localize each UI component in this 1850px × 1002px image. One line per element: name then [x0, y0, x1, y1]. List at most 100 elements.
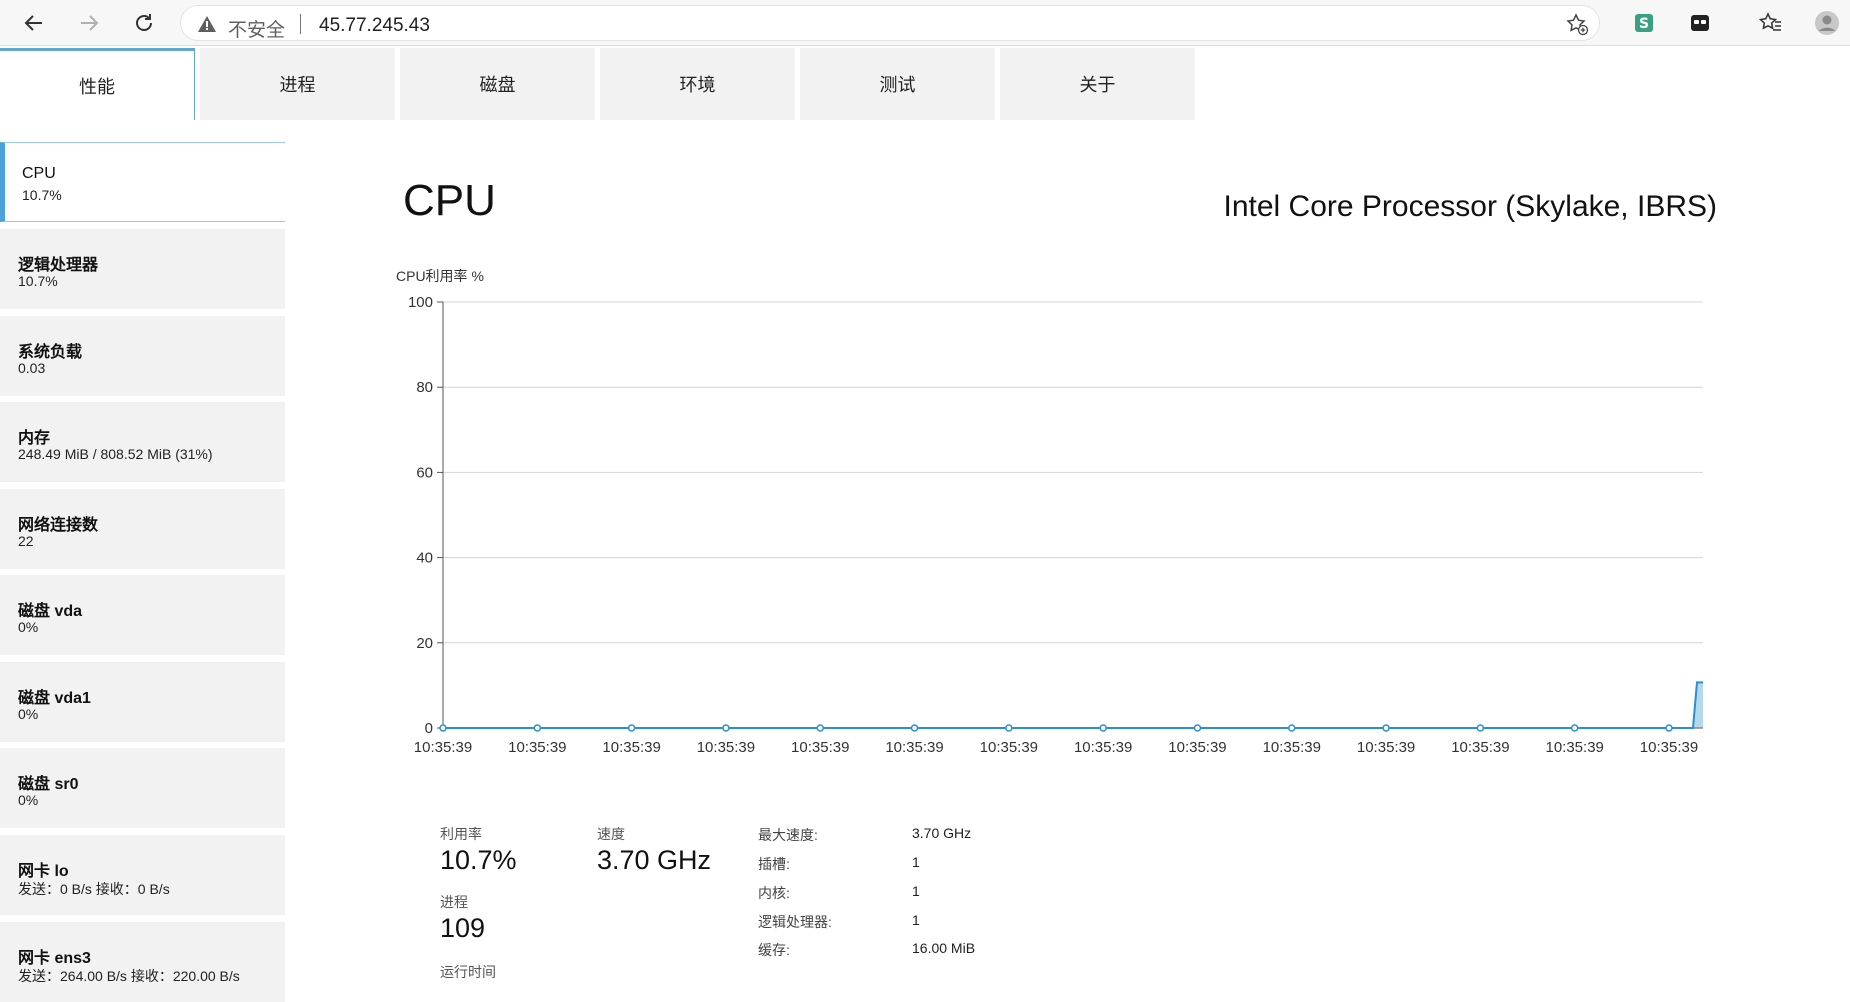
extension-mask-icon[interactable] [1684, 7, 1716, 39]
cpu-usage-line [443, 682, 1703, 728]
sidebar-item-logical-processor[interactable]: 逻辑处理器 10.7% [0, 229, 285, 309]
data-point [817, 725, 823, 731]
sidebar-item-title: CPU [22, 165, 56, 183]
x-tick-label: 10:35:39 [1168, 739, 1226, 756]
y-tick-label: 100 [408, 294, 433, 311]
data-point [723, 725, 729, 731]
sidebar-item-nic-ens3[interactable]: 网卡 ens3 发送：264.00 B/s 接收：220.00 B/s [0, 922, 285, 1002]
sidebar-item-title: 内存 [18, 424, 50, 448]
sidebar-item-title: 逻辑处理器 [18, 251, 98, 275]
warning-icon[interactable] [197, 15, 217, 38]
x-tick-label: 10:35:39 [980, 739, 1038, 756]
cpu-usage-chart: 02040608010010:35:3910:35:3910:35:3910:3… [395, 262, 1715, 762]
data-point [1383, 725, 1389, 731]
y-tick-label: 60 [416, 464, 433, 481]
logical-processors-key: 逻辑处理器: [758, 912, 832, 932]
sidebar-item-value: 22 [18, 533, 34, 549]
profile-avatar-icon[interactable] [1811, 7, 1843, 39]
sidebar-item-title: 网卡 lo [18, 857, 69, 881]
max-speed-key: 最大速度: [758, 825, 818, 845]
browser-toolbar: 不安全 45.77.245.43 S [0, 0, 1850, 46]
x-tick-label: 10:35:39 [1640, 739, 1698, 756]
x-tick-label: 10:35:39 [1545, 739, 1603, 756]
sidebar-item-title: 磁盘 vda [18, 597, 82, 621]
page-title: CPU [403, 176, 496, 226]
tab-test[interactable]: 测试 [800, 48, 995, 120]
data-point [1006, 725, 1012, 731]
sidebar-item-value: 发送：0 B/s 接收：0 B/s [18, 879, 170, 899]
favorites-icon[interactable] [1755, 7, 1787, 39]
speed-value: 3.70 GHz [597, 845, 711, 876]
data-point [1289, 725, 1295, 731]
sidebar-item-system-load[interactable]: 系统负载 0.03 [0, 316, 285, 396]
cpu-usage-area [443, 682, 1703, 728]
sidebar-item-value: 10.7% [22, 187, 62, 203]
forward-icon[interactable] [73, 7, 105, 39]
address-separator [300, 14, 301, 34]
reload-icon[interactable] [128, 7, 160, 39]
tab-about[interactable]: 关于 [1000, 48, 1195, 120]
x-tick-label: 10:35:39 [885, 739, 943, 756]
sidebar-item-disk-vda[interactable]: 磁盘 vda 0% [0, 575, 285, 655]
security-label[interactable]: 不安全 [228, 15, 285, 42]
data-point [912, 725, 918, 731]
processor-name: Intel Core Processor (Skylake, IBRS) [1224, 190, 1718, 224]
cores-key: 内核: [758, 883, 790, 903]
x-tick-label: 10:35:39 [697, 739, 755, 756]
sockets-key: 插槽: [758, 854, 790, 874]
usage-value: 10.7% [440, 845, 517, 876]
data-point [1100, 725, 1106, 731]
sidebar-item-title: 网络连接数 [18, 511, 98, 535]
sidebar-item-title: 磁盘 sr0 [18, 770, 78, 794]
sidebar-item-value: 0% [18, 619, 38, 635]
process-label: 进程 [440, 892, 468, 912]
svg-text:S: S [1639, 16, 1649, 32]
x-tick-label: 10:35:39 [791, 739, 849, 756]
data-point [1194, 725, 1200, 731]
tab-environment[interactable]: 环境 [600, 48, 795, 120]
logical-processors-value: 1 [912, 912, 920, 928]
cores-value: 1 [912, 883, 920, 899]
sidebar-item-title: 磁盘 vda1 [18, 684, 91, 708]
cache-value: 16.00 MiB [912, 940, 975, 956]
data-point [1477, 725, 1483, 731]
y-tick-label: 0 [425, 720, 433, 737]
tab-disk[interactable]: 磁盘 [400, 48, 595, 120]
sidebar-item-value: 10.7% [18, 273, 58, 289]
sockets-value: 1 [912, 854, 920, 870]
x-tick-label: 10:35:39 [508, 739, 566, 756]
process-value: 109 [440, 913, 485, 944]
max-speed-value: 3.70 GHz [912, 825, 971, 841]
data-point [629, 725, 635, 731]
sidebar-item-nic-lo[interactable]: 网卡 lo 发送：0 B/s 接收：0 B/s [0, 835, 285, 915]
data-point [1572, 725, 1578, 731]
tab-performance[interactable]: 性能 [0, 48, 195, 120]
sidebar-item-title: 网卡 ens3 [18, 944, 91, 968]
cache-key: 缓存: [758, 940, 790, 960]
x-tick-label: 10:35:39 [1074, 739, 1132, 756]
data-point [1666, 725, 1672, 731]
uptime-label: 运行时间 [440, 962, 496, 982]
x-tick-label: 10:35:39 [414, 739, 472, 756]
extension-s-icon[interactable]: S [1628, 7, 1660, 39]
speed-label: 速度 [597, 824, 625, 844]
data-point [534, 725, 540, 731]
sidebar-item-value: 0.03 [18, 360, 45, 376]
sidebar-item-disk-vda1[interactable]: 磁盘 vda1 0% [0, 662, 285, 742]
tab-processes[interactable]: 进程 [200, 48, 395, 120]
url-text[interactable]: 45.77.245.43 [319, 15, 430, 37]
data-point [440, 725, 446, 731]
x-tick-label: 10:35:39 [1357, 739, 1415, 756]
add-favorite-icon[interactable] [1565, 12, 1589, 41]
y-tick-label: 80 [416, 379, 433, 396]
sidebar-item-value: 0% [18, 792, 38, 808]
sidebar-item-value: 248.49 MiB / 808.52 MiB (31%) [18, 446, 213, 462]
y-tick-label: 40 [416, 550, 433, 567]
usage-label: 利用率 [440, 824, 482, 844]
address-bar[interactable]: 不安全 45.77.245.43 [180, 5, 1600, 41]
sidebar-item-network-connections[interactable]: 网络连接数 22 [0, 489, 285, 569]
back-icon[interactable] [18, 7, 50, 39]
sidebar-item-disk-sr0[interactable]: 磁盘 sr0 0% [0, 748, 285, 828]
sidebar-item-memory[interactable]: 内存 248.49 MiB / 808.52 MiB (31%) [0, 402, 285, 482]
sidebar-item-cpu[interactable]: CPU 10.7% [0, 142, 285, 222]
